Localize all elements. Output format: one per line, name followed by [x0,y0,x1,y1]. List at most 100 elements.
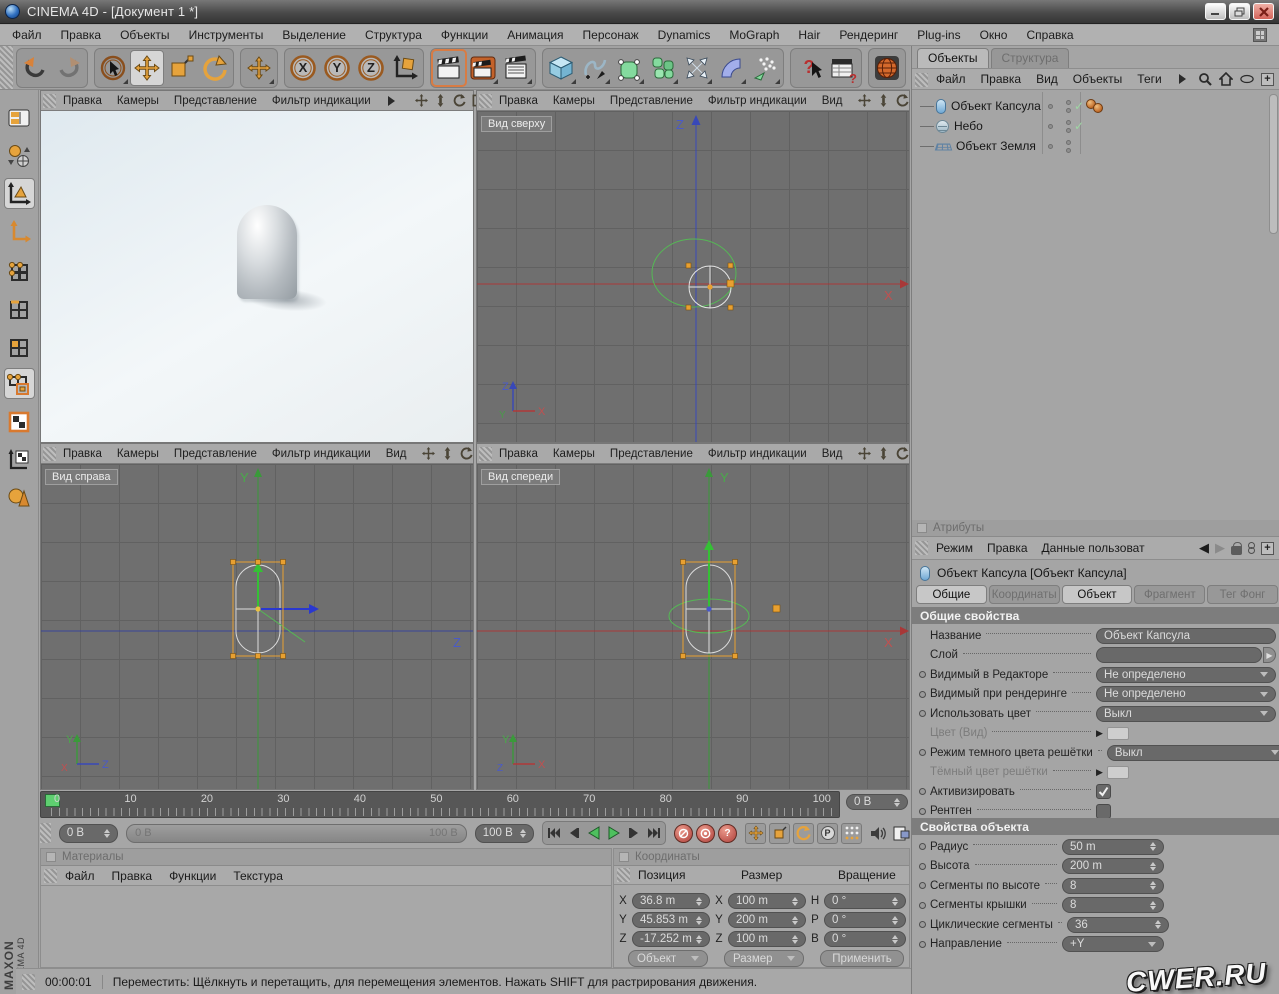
attr-menu-item[interactable]: Режим [936,541,973,555]
next-key-button[interactable] [624,823,644,843]
viewport-perspective-canvas[interactable] [41,111,473,442]
menu-item[interactable]: Dynamics [658,28,711,42]
coords-mode-dropdown[interactable]: Объект [628,950,708,967]
animatable-dot[interactable] [919,710,926,717]
rotation-b-field[interactable]: 0 ° [824,931,906,947]
coordinates-drag-handle[interactable] [617,868,630,882]
object-name[interactable]: Объект Земля [956,139,1036,153]
wire-mode-dropdown[interactable]: Выкл [1107,745,1279,761]
scale-tool-button[interactable] [164,50,198,86]
materials-titlebar[interactable]: Материалы [41,849,611,866]
rotate-view-icon[interactable] [460,447,473,460]
menu-item[interactable]: MoGraph [729,28,779,42]
om-drag-handle[interactable] [915,73,928,87]
goto-start-button[interactable] [544,823,564,843]
close-button[interactable] [1253,3,1274,20]
animatable-dot[interactable] [919,882,926,889]
viewport-menu-item[interactable]: Камеры [553,448,595,460]
animatable-dot[interactable] [919,843,926,850]
expand-color-icon[interactable]: ▶ [1096,728,1103,739]
sky-object-icon[interactable] [936,120,949,133]
record-rotation-button[interactable] [793,823,814,844]
size-x-field[interactable]: 100 m [728,893,806,909]
layer-field[interactable] [1096,647,1262,663]
zoom-view-icon[interactable] [434,94,447,107]
viewport-menu-item[interactable]: Представление [610,95,693,107]
convert-object-button[interactable] [4,140,35,171]
object-name[interactable]: Небо [954,119,983,133]
title-bar[interactable]: CINEMA 4D - [Документ 1 *] [0,0,1279,24]
pan-view-icon[interactable] [415,94,428,107]
animatable-dot[interactable] [919,671,926,678]
sound-icon[interactable] [870,826,887,841]
enabled-check-icon[interactable]: ✓ [1074,99,1084,113]
object-axis-mode-button[interactable] [4,444,35,475]
floor-object-icon[interactable] [935,143,953,150]
lock-z-axis-button[interactable]: Z [354,50,388,86]
viewport-top-canvas[interactable]: Вид сверху X Z Z X Y [477,111,909,442]
object-name[interactable]: Объект Капсула [951,99,1041,113]
viewport-front[interactable]: ПравкаКамерыПредставлениеФильтр индикаци… [476,443,910,790]
object-row-floor[interactable]: Объект Земля [912,136,1272,156]
material-tags[interactable] [1086,99,1103,113]
viewport4-drag-handle[interactable] [479,447,492,461]
name-field[interactable]: Объект Капсула [1096,628,1276,644]
render-settings-button[interactable] [466,50,500,86]
viewport-menu-item[interactable]: Представление [174,448,257,460]
play-backward-button[interactable] [584,823,604,843]
object-library-button[interactable] [4,482,35,513]
viewport-menu-item[interactable]: Представление [610,448,693,460]
selection-filter-button[interactable] [4,368,35,399]
range-end-field[interactable]: 100 B [475,824,534,843]
materials-menu-item[interactable]: Функции [169,869,216,883]
range-end-spinner[interactable] [520,826,526,841]
viewport-menu-item[interactable]: Фильтр индикации [272,95,371,107]
viewport1-drag-handle[interactable] [43,94,56,108]
render-view-button[interactable] [432,50,466,86]
tab-fragment[interactable]: Фрагмент [1134,585,1205,604]
home-icon[interactable] [1219,72,1233,86]
record-position-button[interactable] [745,823,766,844]
layout-switch-icon[interactable] [1253,28,1267,42]
make-editable-button[interactable] [4,102,35,133]
viewport-menu-item[interactable]: Правка [499,95,538,107]
position-y-field[interactable]: 45.853 m [632,912,710,928]
model-mode-button[interactable] [4,178,35,209]
coordinate-system-button[interactable] [388,50,422,86]
visible-render-dropdown[interactable]: Не определено [1096,686,1276,702]
attr-drag-handle[interactable] [915,541,928,555]
move-tool-button[interactable] [130,50,164,86]
tab-phong[interactable]: Тег Фонг [1207,585,1278,604]
viewport-menu-item[interactable]: Камеры [117,448,159,460]
object-manager-list[interactable]: Объект Капсула ✓ Небо ✓ Объект Земля [912,92,1279,520]
radius-spinner[interactable] [1150,839,1156,854]
animatable-dot[interactable] [919,863,926,870]
enabled-check-icon[interactable]: ✓ [1074,119,1084,133]
materials-menu-item[interactable]: Файл [65,869,95,883]
record-scale-button[interactable] [769,823,790,844]
last-tool-button[interactable] [242,50,276,86]
om-menu-item[interactable]: Файл [936,72,966,86]
lock-y-axis-button[interactable]: Y [320,50,354,86]
history-forward-icon[interactable]: ▶ [1215,540,1225,556]
panel-gadget-icon[interactable] [917,523,927,533]
visibility-dots[interactable] [1066,100,1071,113]
record-pla-button[interactable] [841,823,862,844]
capsule-object-icon[interactable] [936,99,946,114]
animatable-dot[interactable] [919,749,926,756]
size-z-field[interactable]: 100 m [728,931,806,947]
viewport-top[interactable]: ПравкаКамерыПредставлениеФильтр индикаци… [476,90,910,443]
coords-size-dropdown[interactable]: Размер [724,950,804,967]
menu-item[interactable]: Файл [12,28,42,42]
menu-item[interactable]: Функции [441,28,488,42]
history-back-icon[interactable]: ◀ [1199,540,1209,556]
xray-checkbox[interactable] [1096,804,1111,819]
layer-browse-button[interactable]: ▶ [1263,647,1276,663]
animatable-dot[interactable] [919,941,926,948]
viewport-menu-view[interactable]: Вид [386,448,407,460]
viewport3-drag-handle[interactable] [43,447,56,461]
command-manager-button[interactable]: ? [826,50,860,86]
pan-view-icon[interactable] [858,94,871,107]
undo-button[interactable] [18,50,52,86]
help-button[interactable]: ? [792,50,826,86]
